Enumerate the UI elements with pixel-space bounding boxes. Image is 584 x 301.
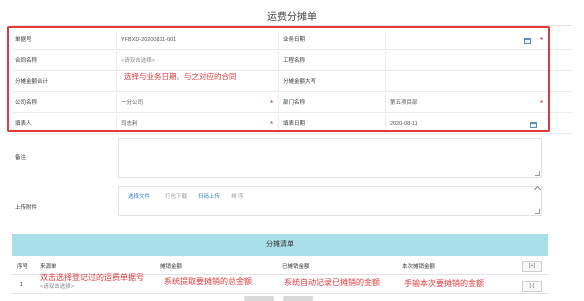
column-header-index: 序号: [17, 264, 29, 270]
annotation-current: 手输本次要摊销的金额: [404, 279, 484, 288]
annotation-top: 选择与业务日期、与之对应的合同: [124, 72, 237, 81]
annotation-amount: 系统提取要摊销的总金额: [164, 277, 252, 286]
resize-handle-icon[interactable]: [535, 171, 540, 176]
choose-file-button[interactable]: 选择文件: [128, 192, 150, 200]
page-title: 运费分摊单: [267, 12, 317, 23]
scrollbar-thumb[interactable]: [244, 296, 274, 301]
package-download-button[interactable]: 打包下载: [165, 192, 187, 200]
remark-textarea[interactable]: [118, 138, 542, 178]
column-header-source: 来源单: [40, 264, 57, 270]
scrollbar-thumb[interactable]: [283, 296, 313, 301]
row-source-field[interactable]: <请双击选择>: [40, 282, 74, 290]
attachment-label: 上传附件: [15, 205, 38, 211]
table-divider: [12, 293, 548, 294]
row-index: 1: [20, 282, 24, 288]
remark-label: 备注: [15, 155, 27, 161]
column-header-amount: 摊销金额: [160, 264, 183, 270]
annotation-source: 双击选择登记过的运费单据号: [40, 273, 144, 282]
remove-row-button[interactable]: [-]: [522, 281, 542, 292]
highlight-box: [7, 26, 550, 132]
scan-upload-button[interactable]: 扫码上传: [198, 192, 220, 200]
annotation-amortized: 系统自动记录已摊销的金额: [284, 278, 380, 287]
column-header-amortized: 已摊销金额: [282, 264, 310, 270]
resize-handle-icon[interactable]: [535, 209, 540, 214]
amortization-list-title: 分摊清单: [12, 234, 548, 256]
column-header-current: 本次摊销金额: [402, 264, 436, 270]
attachment-area: [118, 186, 542, 216]
add-row-button[interactable]: [+]: [522, 261, 542, 272]
sort-button[interactable]: 排 序: [231, 192, 244, 200]
